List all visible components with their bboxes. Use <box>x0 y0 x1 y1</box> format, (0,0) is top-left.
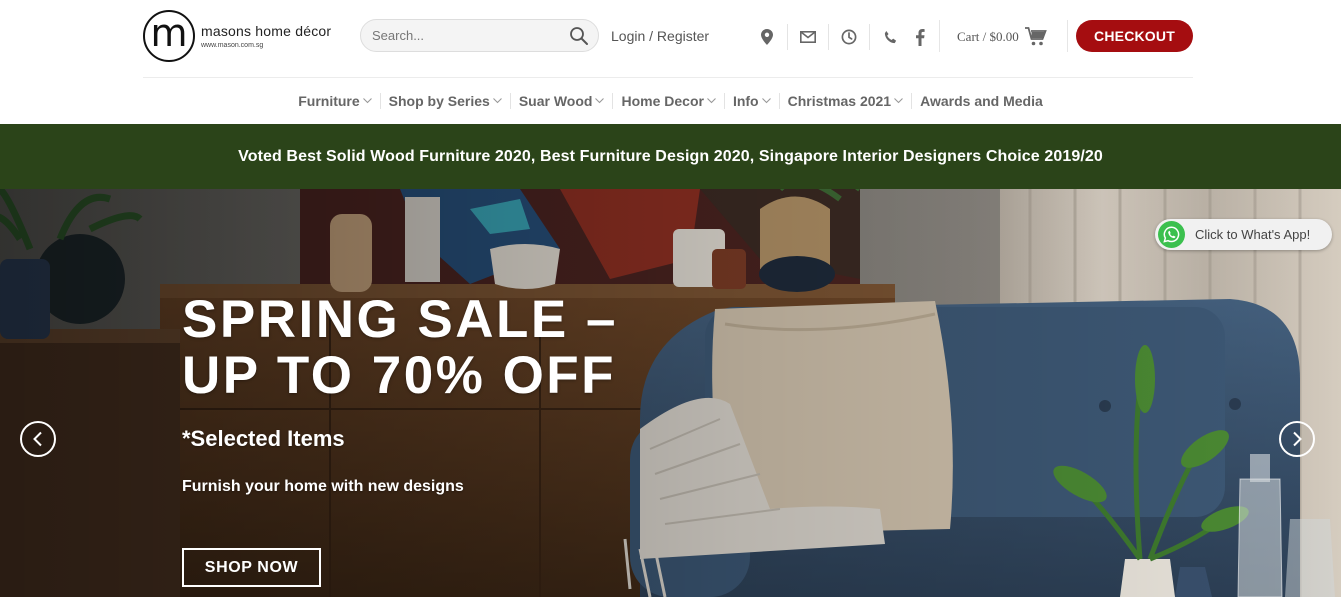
nav-item-info[interactable]: Info <box>725 93 779 109</box>
header-divider <box>828 24 829 50</box>
facebook-icon[interactable] <box>910 26 930 48</box>
shop-now-button[interactable]: SHOP NOW <box>182 548 321 587</box>
hero-title-line-1: SPRING SALE – <box>182 290 618 349</box>
whatsapp-button[interactable]: Click to What's App! <box>1155 219 1332 250</box>
logo-mark: m <box>143 10 195 62</box>
cart-icon <box>1024 27 1047 46</box>
nav-menu: Furniture Shop by Series Suar Wood Home … <box>290 93 1051 109</box>
nav-item-label: Info <box>732 93 759 109</box>
location-icon[interactable] <box>757 26 777 48</box>
search-box <box>360 19 599 52</box>
phone-icon[interactable] <box>880 26 900 48</box>
nav-item-label: Suar Wood <box>518 93 593 109</box>
chevron-left-icon <box>33 431 42 447</box>
site-header: m masons home décor www.mason.com.sg Log… <box>0 0 1341 78</box>
cart-link[interactable]: Cart / $0.00 <box>957 27 1047 47</box>
checkout-button[interactable]: CHECKOUT <box>1076 20 1193 52</box>
header-contact-icons <box>757 24 930 50</box>
nav-item-suar-wood[interactable]: Suar Wood <box>511 93 613 109</box>
header-divider <box>787 24 788 50</box>
logo-letter: m <box>150 11 188 55</box>
nav-item-label: Furniture <box>298 93 360 109</box>
chevron-down-icon <box>362 98 372 104</box>
chevron-down-icon <box>894 98 903 104</box>
cart-label: Cart / $0.00 <box>957 29 1019 44</box>
chevron-down-icon <box>492 98 502 104</box>
clock-icon[interactable] <box>839 26 859 48</box>
nav-item-label: Awards and Media <box>920 93 1043 109</box>
awards-banner: Voted Best Solid Wood Furniture 2020, Be… <box>0 124 1341 189</box>
hero-subtitle: *Selected Items <box>182 426 345 451</box>
logo-text: masons home décor www.mason.com.sg <box>201 23 331 49</box>
logo-url: www.mason.com.sg <box>201 42 264 49</box>
slider-prev-button[interactable] <box>20 421 56 457</box>
search-input[interactable] <box>372 28 562 43</box>
login-register-link[interactable]: Login / Register <box>611 28 709 44</box>
main-nav: Furniture Shop by Series Suar Wood Home … <box>0 78 1341 124</box>
header-divider <box>1067 20 1068 52</box>
nav-item-label: Shop by Series <box>388 93 490 109</box>
chevron-down-icon <box>761 98 771 104</box>
hero-title-line-2: UP TO 70% OFF <box>182 346 617 405</box>
awards-banner-text: Voted Best Solid Wood Furniture 2020, Be… <box>238 147 1103 165</box>
email-icon[interactable] <box>798 26 818 48</box>
header-divider <box>939 20 940 52</box>
hero-text: Furnish your home with new designs <box>182 478 464 495</box>
whatsapp-icon <box>1158 221 1185 248</box>
chevron-down-icon <box>595 98 605 104</box>
search-icon[interactable] <box>569 26 589 46</box>
header-divider <box>869 24 870 50</box>
chevron-down-icon <box>707 98 716 104</box>
nav-item-christmas-2021[interactable]: Christmas 2021 <box>780 93 912 109</box>
nav-item-shop-by-series[interactable]: Shop by Series <box>381 93 510 109</box>
nav-item-furniture[interactable]: Furniture <box>290 93 379 109</box>
site-logo[interactable]: m masons home décor www.mason.com.sg <box>143 9 331 63</box>
slider-next-button[interactable] <box>1279 421 1315 457</box>
hero-title: SPRING SALE – UP TO 70% OFF <box>182 292 618 404</box>
nav-item-label: Home Decor <box>621 93 704 109</box>
nav-item-home-decor[interactable]: Home Decor <box>613 93 723 109</box>
nav-item-awards-and-media[interactable]: Awards and Media <box>912 93 1051 109</box>
whatsapp-label: Click to What's App! <box>1195 227 1311 242</box>
logo-name: masons home décor <box>201 23 332 39</box>
chevron-right-icon <box>1293 431 1302 447</box>
hero-slider: Click to What's App! SPRING SALE – UP TO… <box>0 189 1341 597</box>
nav-item-label: Christmas 2021 <box>787 93 892 109</box>
